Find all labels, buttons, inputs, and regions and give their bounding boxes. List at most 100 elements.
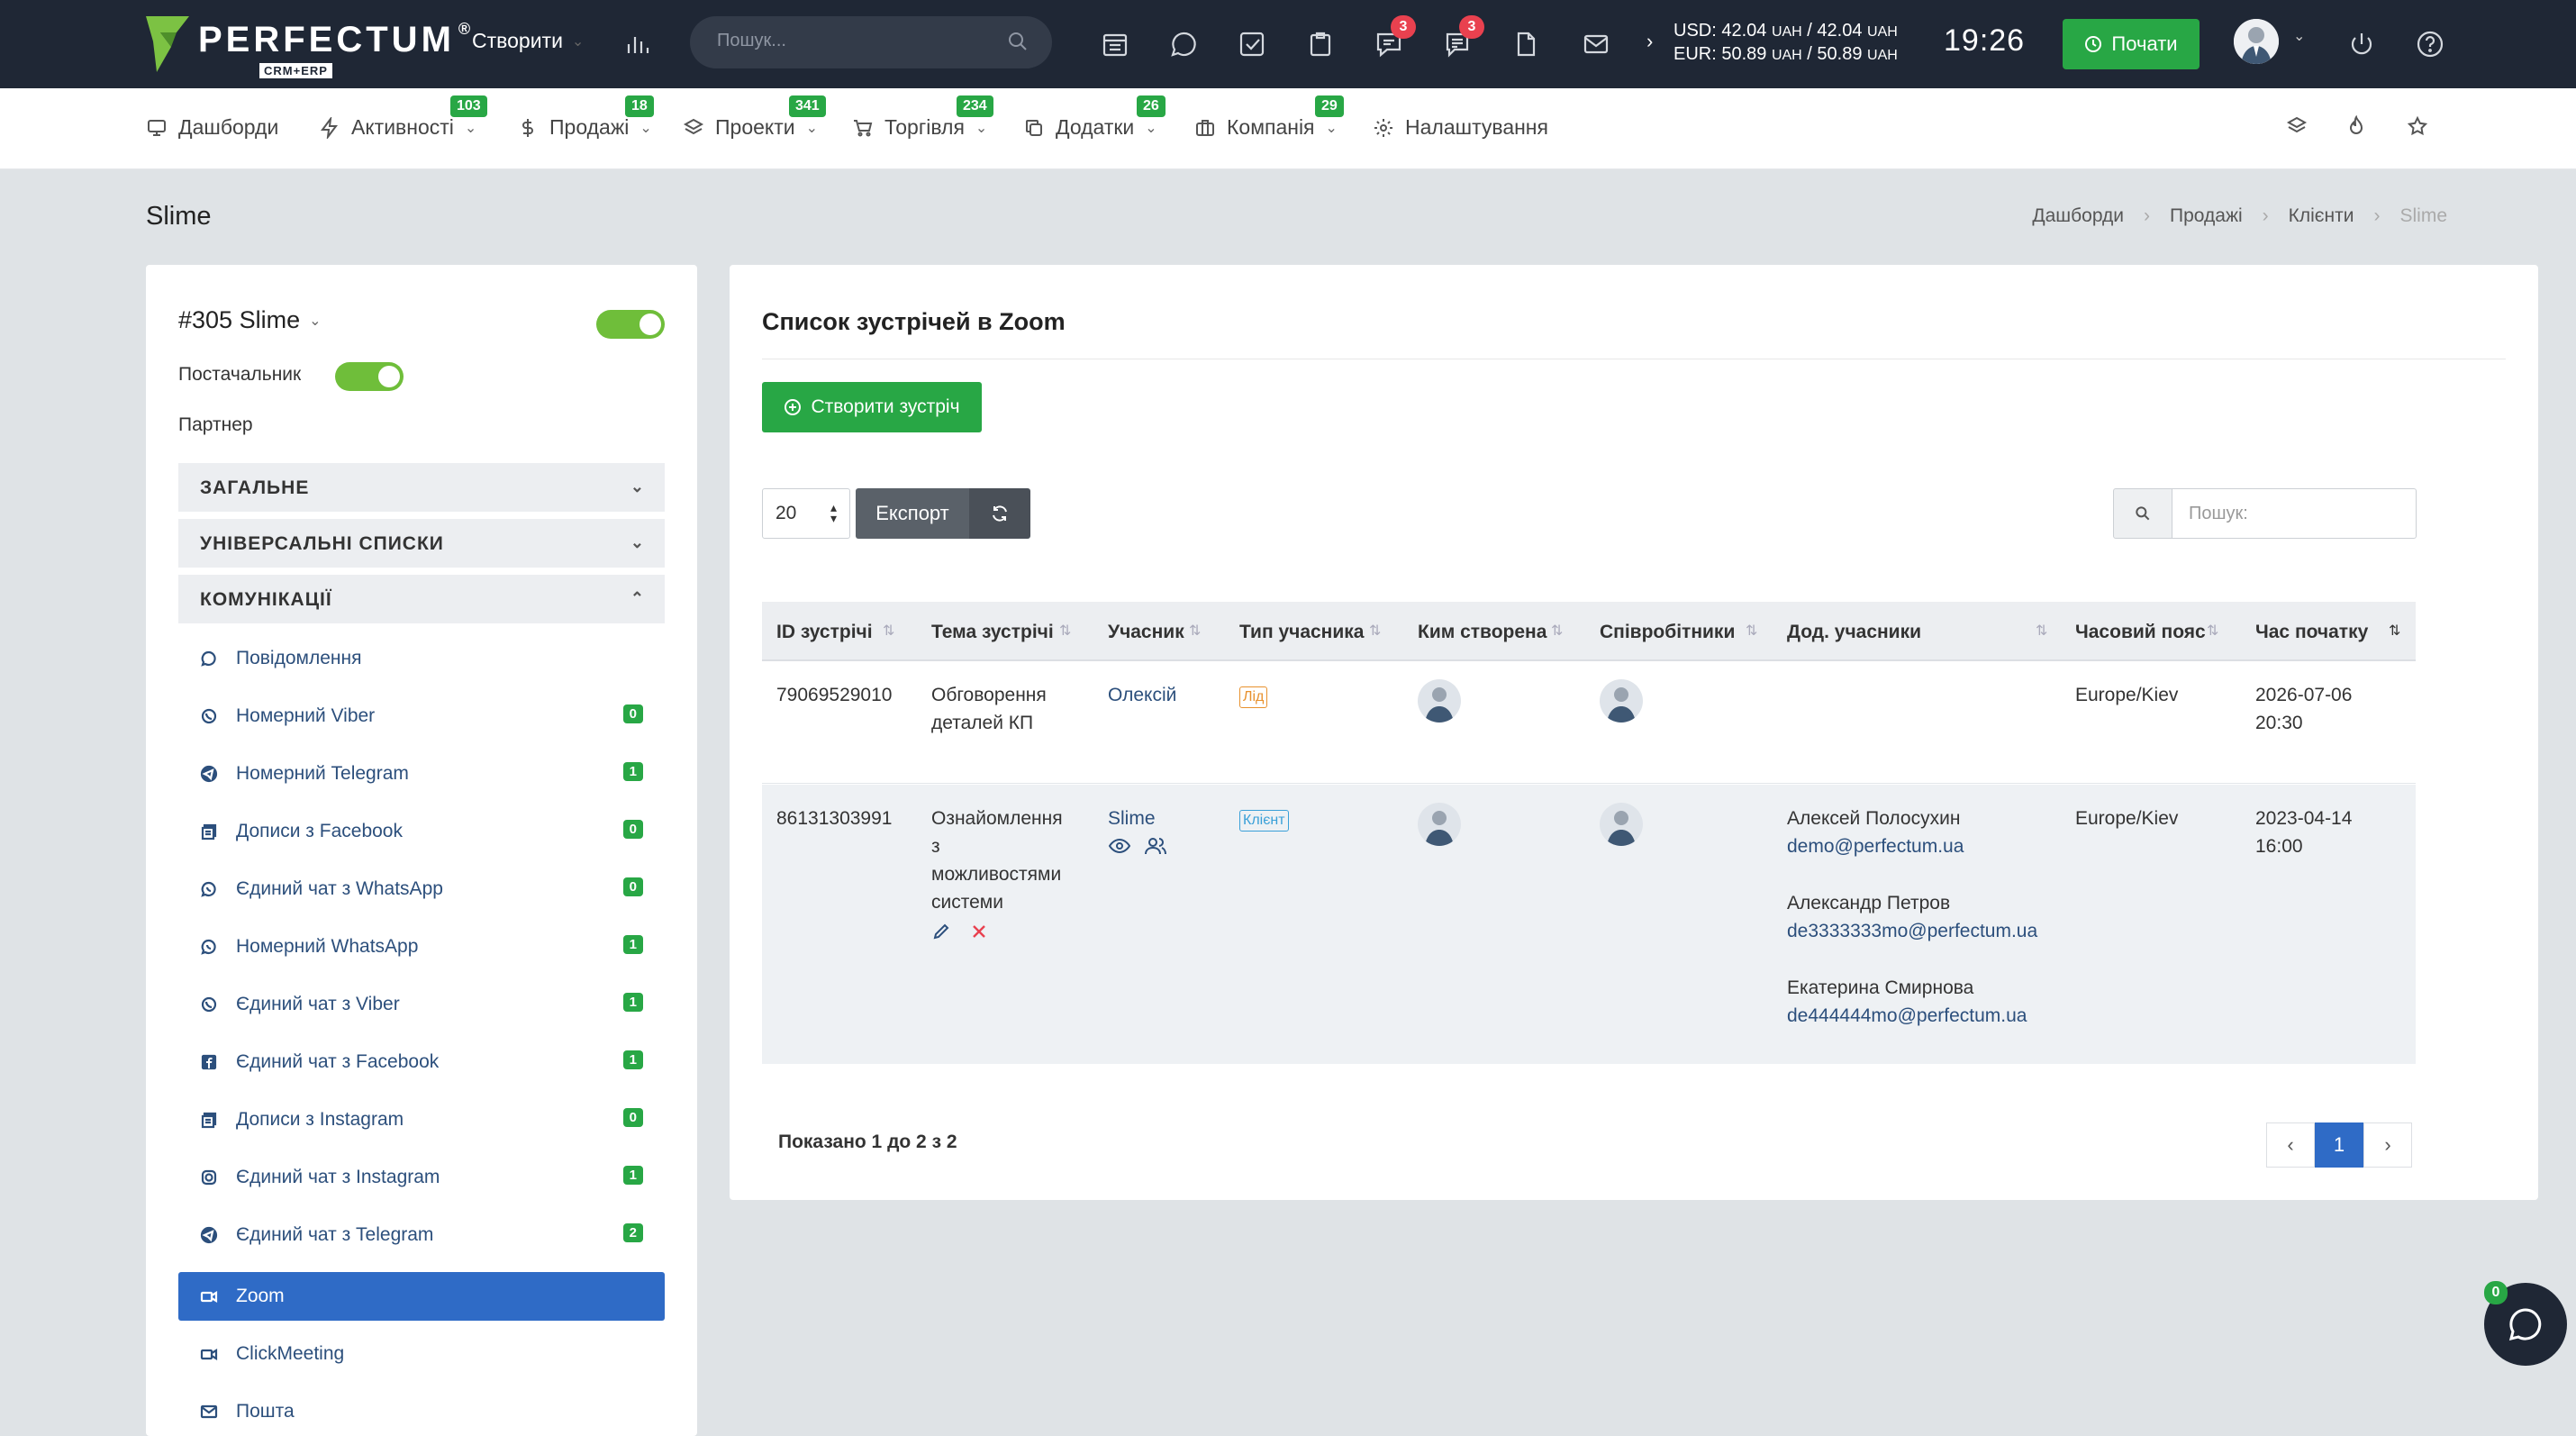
nav-addons[interactable]: Додатки ⌄ 26 bbox=[1023, 95, 1166, 140]
comm-item-telegram-chat[interactable]: Єдиний чат з Telegram 2 bbox=[178, 1211, 665, 1259]
client-active-toggle[interactable] bbox=[596, 310, 665, 339]
col-created-by[interactable]: Ким створена bbox=[1418, 622, 1547, 643]
comm-item-instagram-posts[interactable]: Дописи з Instagram 0 bbox=[178, 1095, 665, 1144]
search-icon bbox=[2113, 488, 2172, 539]
chevron-down-icon[interactable]: ⌄ bbox=[2293, 27, 2305, 45]
create-meeting-button[interactable]: Створити зустріч bbox=[762, 382, 982, 432]
col-participant-type[interactable]: Тип учасника bbox=[1239, 622, 1364, 643]
comm-item-clickmeeting[interactable]: ClickMeeting bbox=[178, 1330, 665, 1378]
breadcrumb-clients[interactable]: Клієнти bbox=[2289, 205, 2354, 227]
sort-icon[interactable]: ⇅ bbox=[2207, 622, 2218, 640]
timezone: Europe/Kiev bbox=[2075, 808, 2179, 829]
export-button[interactable]: Експорт bbox=[856, 488, 969, 539]
comm-item-facebook-posts[interactable]: Дописи з Facebook 0 bbox=[178, 807, 665, 856]
chevron-right-icon[interactable]: › bbox=[1646, 30, 1653, 53]
document-icon[interactable] bbox=[1508, 26, 1544, 62]
col-participant[interactable]: Учасник bbox=[1108, 622, 1184, 643]
email-link[interactable]: demo@perfectum.ua bbox=[1787, 832, 2037, 860]
email-link[interactable]: de3333333mo@perfectum.ua bbox=[1787, 917, 2037, 945]
col-topic[interactable]: Тема зустрічі bbox=[931, 622, 1054, 643]
col-id[interactable]: ID зустрічі bbox=[776, 622, 873, 643]
comm-item-whatsapp-chat[interactable]: Єдиний чат з WhatsApp 0 bbox=[178, 865, 665, 913]
nav-trade[interactable]: Торгівля ⌄ 234 bbox=[852, 95, 993, 140]
next-page-button[interactable]: › bbox=[2363, 1122, 2412, 1168]
col-extra-participants[interactable]: Дод. учасники bbox=[1787, 622, 1921, 643]
power-icon[interactable] bbox=[2344, 26, 2380, 62]
col-start-time[interactable]: Час початку bbox=[2255, 622, 2368, 643]
edit-icon[interactable] bbox=[931, 922, 951, 941]
supplier-toggle[interactable] bbox=[335, 362, 404, 391]
avatar[interactable] bbox=[1418, 679, 1461, 723]
avatar[interactable] bbox=[1600, 803, 1643, 846]
nav-activities[interactable]: Активності ⌄ 103 bbox=[319, 95, 487, 140]
layers-icon bbox=[683, 118, 704, 134]
eye-icon[interactable] bbox=[1108, 836, 1131, 856]
section-communications[interactable]: КОМУНІКАЦІЇ ⌃ bbox=[178, 575, 665, 623]
participant-link[interactable]: Slime bbox=[1108, 804, 1167, 832]
avatar[interactable] bbox=[1600, 679, 1643, 723]
global-search-input[interactable]: Пошук... bbox=[690, 16, 1052, 68]
sort-icon[interactable]: ⇅ bbox=[1189, 622, 1201, 640]
comm-item-whatsapp-number[interactable]: Номерний WhatsApp 1 bbox=[178, 922, 665, 971]
chat-bubble-icon[interactable] bbox=[1166, 26, 1202, 62]
whatsapp-icon bbox=[201, 939, 216, 955]
comm-item-viber-chat[interactable]: Єдиний чат з Viber 1 bbox=[178, 980, 665, 1029]
users-icon[interactable] bbox=[1144, 836, 1167, 856]
breadcrumb-sales[interactable]: Продажі bbox=[2170, 205, 2243, 227]
mail-icon[interactable] bbox=[1578, 26, 1614, 62]
user-avatar[interactable] bbox=[2234, 19, 2279, 64]
chevron-down-icon: ⌄ bbox=[630, 533, 645, 551]
sort-icon[interactable]: ⇅ bbox=[2036, 622, 2047, 640]
sort-icon[interactable]: ⇅ bbox=[883, 622, 894, 640]
comm-item-messages[interactable]: Повідомлення bbox=[178, 634, 665, 683]
avatar[interactable] bbox=[1418, 803, 1461, 846]
sort-desc-icon[interactable]: ⇅ bbox=[2389, 622, 2400, 640]
email-link[interactable]: de444444mo@perfectum.ua bbox=[1787, 1002, 2037, 1030]
create-menu[interactable]: Створити ⌄ bbox=[472, 29, 584, 53]
start-timer-button[interactable]: Почати bbox=[2063, 19, 2200, 69]
participant-link[interactable]: Олексій bbox=[1108, 681, 1176, 709]
viber-icon bbox=[201, 708, 217, 724]
layers-icon[interactable] bbox=[2286, 115, 2308, 137]
card-title: Список зустрічей в Zoom bbox=[762, 308, 1066, 335]
clipboard-icon[interactable] bbox=[1302, 26, 1338, 62]
comm-item-mail[interactable]: Пошта bbox=[178, 1387, 665, 1436]
comm-item-instagram-chat[interactable]: Єдиний чат з Instagram 1 bbox=[178, 1153, 665, 1202]
section-universal-lists[interactable]: УНІВЕРСАЛЬНІ СПИСКИ ⌄ bbox=[178, 519, 665, 568]
star-icon[interactable] bbox=[2407, 115, 2428, 137]
comm-item-viber-number[interactable]: Номерний Viber 0 bbox=[178, 692, 665, 741]
notes-chat-icon[interactable]: 3 bbox=[1439, 15, 1484, 62]
refresh-button[interactable] bbox=[969, 488, 1030, 539]
messages-icon[interactable]: 3 bbox=[1371, 15, 1416, 62]
sort-icon[interactable]: ⇅ bbox=[1369, 622, 1381, 640]
sort-icon[interactable]: ⇅ bbox=[1746, 622, 1757, 640]
tasks-icon[interactable] bbox=[1234, 26, 1270, 62]
calendar-icon[interactable] bbox=[1097, 26, 1133, 62]
fire-icon[interactable] bbox=[2345, 115, 2367, 137]
col-timezone[interactable]: Часовий пояс bbox=[2075, 622, 2206, 643]
logo[interactable]: PERFECTUM ® CRM+ERP bbox=[144, 14, 474, 78]
comm-item-zoom[interactable]: Zoom bbox=[178, 1272, 665, 1321]
nav-dashboards[interactable]: Дашборди bbox=[146, 115, 278, 140]
section-general[interactable]: ЗАГАЛЬНЕ ⌄ bbox=[178, 463, 665, 512]
delete-icon[interactable] bbox=[969, 922, 989, 941]
sort-icon[interactable]: ⇅ bbox=[1059, 622, 1071, 640]
sort-icon[interactable]: ⇅ bbox=[1551, 622, 1563, 640]
stats-icon[interactable] bbox=[620, 26, 656, 62]
extra-participants: Алексей Полосухин demo@perfectum.ua Алек… bbox=[1787, 804, 2037, 1030]
nav-company[interactable]: Компанія ⌄ 29 bbox=[1194, 95, 1344, 140]
nav-sales[interactable]: Продажі ⌄ 18 bbox=[517, 95, 654, 140]
table-search-input[interactable]: Пошук: bbox=[2172, 488, 2417, 539]
client-selector[interactable]: #305 Slime ⌄ bbox=[178, 306, 322, 334]
page-button[interactable]: 1 bbox=[2315, 1122, 2363, 1168]
nav-projects[interactable]: Проекти ⌄ 341 bbox=[683, 95, 826, 140]
comm-item-telegram-number[interactable]: Номерний Telegram 1 bbox=[178, 750, 665, 798]
page-size-select[interactable]: 20 ▴ ▾ bbox=[762, 488, 850, 539]
help-icon[interactable] bbox=[2412, 26, 2448, 62]
comm-item-facebook-chat[interactable]: Єдиний чат з Facebook 1 bbox=[178, 1038, 665, 1086]
chat-icon bbox=[201, 650, 216, 667]
col-employees[interactable]: Співробітники bbox=[1600, 622, 1735, 643]
prev-page-button[interactable]: ‹ bbox=[2266, 1122, 2315, 1168]
breadcrumb-dashboards[interactable]: Дашборди bbox=[2032, 205, 2124, 227]
nav-settings[interactable]: Налаштування bbox=[1373, 115, 1548, 140]
